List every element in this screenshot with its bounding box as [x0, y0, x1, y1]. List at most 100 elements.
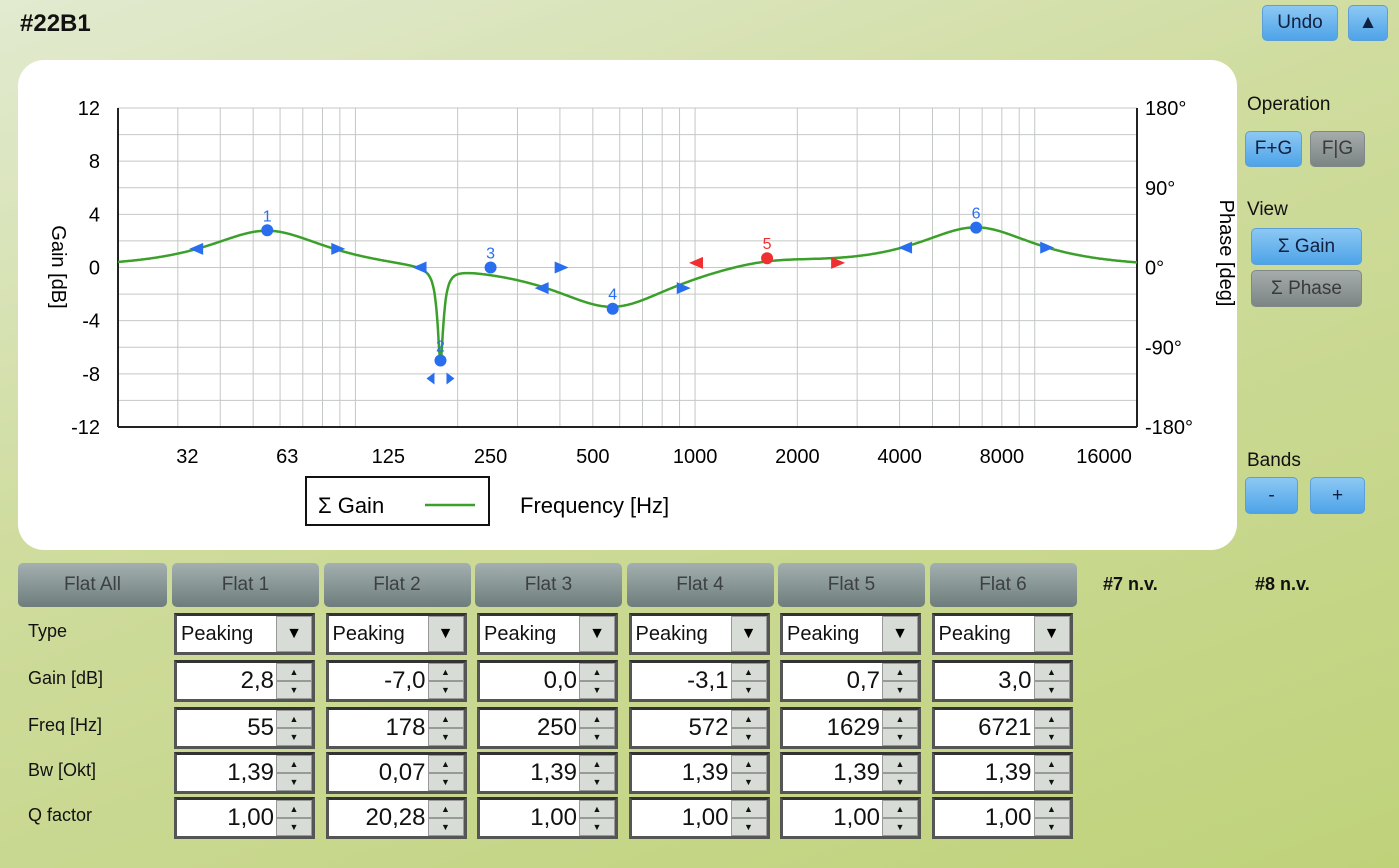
dropdown-arrow-icon[interactable]: ▼	[1033, 616, 1070, 652]
spin-up-icon[interactable]: ▲	[882, 663, 918, 681]
band-2-freq-field[interactable]: 178 ▲ ▼	[325, 707, 467, 749]
flat-band-1-button[interactable]: Flat 1	[172, 563, 319, 607]
spin-up-icon[interactable]: ▲	[276, 710, 312, 728]
spin-down-icon[interactable]: ▼	[1033, 728, 1070, 746]
band-2-gain-field[interactable]: -7,0 ▲ ▼	[325, 660, 467, 702]
spinner[interactable]: ▲ ▼	[730, 663, 767, 699]
collapse-button[interactable]: ▲	[1348, 5, 1388, 41]
spinner[interactable]: ▲ ▼	[427, 800, 464, 836]
dropdown-arrow-icon[interactable]: ▼	[882, 616, 918, 652]
spin-up-icon[interactable]: ▲	[579, 663, 615, 681]
gain-value[interactable]: 0,0	[480, 663, 579, 699]
spin-up-icon[interactable]: ▲	[882, 800, 918, 818]
spin-down-icon[interactable]: ▼	[276, 773, 312, 791]
spinner[interactable]: ▲ ▼	[1033, 755, 1070, 791]
band-6-bandwidth-field[interactable]: 1,39 ▲ ▼	[931, 752, 1073, 794]
dropdown-arrow-icon[interactable]: ▼	[276, 616, 312, 652]
band-4-freq-field[interactable]: 572 ▲ ▼	[628, 707, 770, 749]
bandwidth-left-handle-icon[interactable]	[898, 241, 913, 254]
spinner[interactable]: ▲ ▼	[730, 800, 767, 836]
band-3-q-factor-field[interactable]: 1,00 ▲ ▼	[477, 797, 618, 839]
spinner[interactable]: ▲ ▼	[427, 663, 464, 699]
band-4-gain-field[interactable]: -3,1 ▲ ▼	[628, 660, 770, 702]
view-gain-button[interactable]: Σ Gain	[1251, 228, 1362, 265]
freq-value[interactable]: 55	[177, 710, 276, 746]
spin-up-icon[interactable]: ▲	[276, 755, 312, 773]
q-factor-value[interactable]: 1,00	[935, 800, 1034, 836]
band-1-gain-field[interactable]: 2,8 ▲ ▼	[174, 660, 315, 702]
spin-down-icon[interactable]: ▼	[276, 728, 312, 746]
band-4-bandwidth-field[interactable]: 1,39 ▲ ▼	[628, 752, 770, 794]
spin-down-icon[interactable]: ▼	[427, 681, 464, 699]
spin-down-icon[interactable]: ▼	[730, 681, 767, 699]
freq-value[interactable]: 250	[480, 710, 579, 746]
bandwidth-left-handle-icon[interactable]	[189, 242, 204, 255]
f-bar-g-button[interactable]: F|G	[1310, 131, 1365, 167]
bandwidth-value[interactable]: 1,39	[783, 755, 882, 791]
spinner[interactable]: ▲ ▼	[427, 710, 464, 746]
spin-up-icon[interactable]: ▲	[730, 755, 767, 773]
add-band-button[interactable]: +	[1310, 477, 1365, 514]
spin-up-icon[interactable]: ▲	[882, 755, 918, 773]
band-5-handle[interactable]	[761, 252, 774, 265]
spin-down-icon[interactable]: ▼	[427, 818, 464, 836]
spinner[interactable]: ▲ ▼	[882, 663, 918, 699]
band-2-bandwidth-field[interactable]: 0,07 ▲ ▼	[325, 752, 467, 794]
dropdown-arrow-icon[interactable]: ▼	[730, 616, 767, 652]
spinner[interactable]: ▲ ▼	[882, 710, 918, 746]
spin-down-icon[interactable]: ▼	[882, 728, 918, 746]
band-3-freq-field[interactable]: 250 ▲ ▼	[477, 707, 618, 749]
band-3-gain-field[interactable]: 0,0 ▲ ▼	[477, 660, 618, 702]
freq-value[interactable]: 6721	[935, 710, 1034, 746]
bandwidth-handle-icon[interactable]	[426, 372, 455, 385]
spinner[interactable]: ▲ ▼	[579, 710, 615, 746]
spin-up-icon[interactable]: ▲	[276, 663, 312, 681]
spin-down-icon[interactable]: ▼	[276, 818, 312, 836]
spin-down-icon[interactable]: ▼	[1033, 773, 1070, 791]
spin-up-icon[interactable]: ▲	[730, 710, 767, 728]
remove-band-button[interactable]: -	[1245, 477, 1298, 514]
band-1-handle[interactable]	[261, 224, 274, 237]
view-phase-button[interactable]: Σ Phase	[1251, 270, 1362, 307]
bandwidth-value[interactable]: 1,39	[935, 755, 1034, 791]
spin-up-icon[interactable]: ▲	[730, 800, 767, 818]
spin-down-icon[interactable]: ▼	[427, 728, 464, 746]
spin-down-icon[interactable]: ▼	[579, 773, 615, 791]
spinner[interactable]: ▲ ▼	[276, 755, 312, 791]
band-5-q-factor-field[interactable]: 1,00 ▲ ▼	[780, 797, 921, 839]
spinner[interactable]: ▲ ▼	[882, 800, 918, 836]
spin-up-icon[interactable]: ▲	[882, 710, 918, 728]
spin-up-icon[interactable]: ▲	[579, 710, 615, 728]
spin-down-icon[interactable]: ▼	[579, 818, 615, 836]
q-factor-value[interactable]: 1,00	[177, 800, 276, 836]
gain-value[interactable]: 2,8	[177, 663, 276, 699]
freq-value[interactable]: 572	[632, 710, 731, 746]
band-6-freq-field[interactable]: 6721 ▲ ▼	[931, 707, 1073, 749]
spinner[interactable]: ▲ ▼	[579, 663, 615, 699]
band-5-type-select[interactable]: Peaking ▼	[780, 613, 921, 655]
bandwidth-left-handle-icon[interactable]	[412, 261, 427, 274]
spinner[interactable]: ▲ ▼	[579, 800, 615, 836]
band-4-type-select[interactable]: Peaking ▼	[628, 613, 770, 655]
freq-value[interactable]: 178	[329, 710, 428, 746]
bandwidth-value[interactable]: 1,39	[177, 755, 276, 791]
flat-band-5-button[interactable]: Flat 5	[778, 563, 925, 607]
band-2-handle[interactable]	[434, 354, 447, 367]
spin-down-icon[interactable]: ▼	[730, 728, 767, 746]
f-plus-g-button[interactable]: F+G	[1245, 131, 1302, 167]
spin-down-icon[interactable]: ▼	[730, 818, 767, 836]
q-factor-value[interactable]: 20,28	[329, 800, 428, 836]
flat-all-button[interactable]: Flat All	[18, 563, 167, 607]
flat-band-3-button[interactable]: Flat 3	[475, 563, 622, 607]
freq-value[interactable]: 1629	[783, 710, 882, 746]
spinner[interactable]: ▲ ▼	[579, 755, 615, 791]
q-factor-value[interactable]: 1,00	[480, 800, 579, 836]
band-2-type-select[interactable]: Peaking ▼	[325, 613, 467, 655]
band-2-q-factor-field[interactable]: 20,28 ▲ ▼	[325, 797, 467, 839]
band-3-type-select[interactable]: Peaking ▼	[477, 613, 618, 655]
band-6-type-select[interactable]: Peaking ▼	[931, 613, 1073, 655]
spinner[interactable]: ▲ ▼	[276, 800, 312, 836]
dropdown-arrow-icon[interactable]: ▼	[579, 616, 615, 652]
spin-down-icon[interactable]: ▼	[730, 773, 767, 791]
eq-chart[interactable]: 32 63 125 250 500 1000 2000 4000 8000 1600012840-…	[0, 0, 1240, 556]
